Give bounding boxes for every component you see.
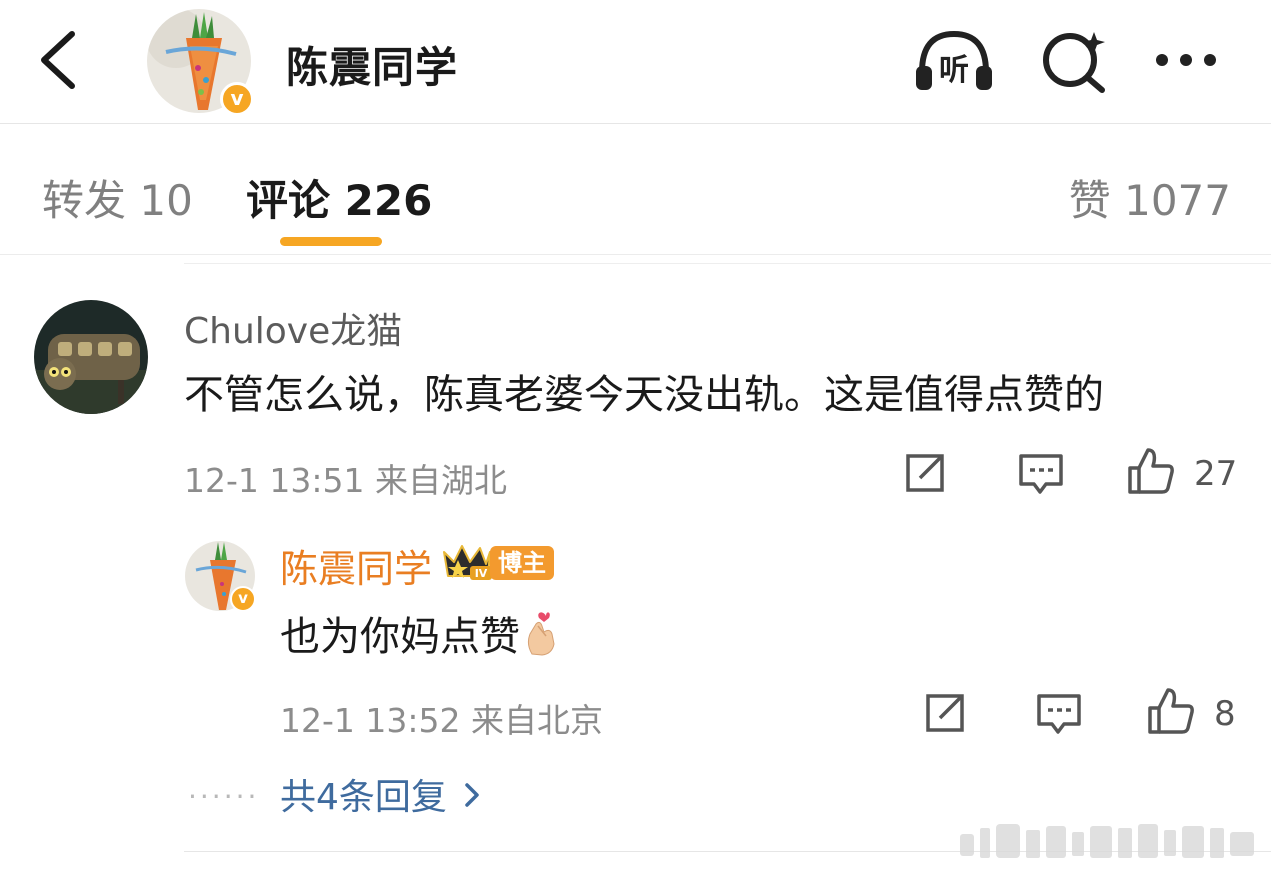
chevron-right-icon (463, 777, 481, 818)
reply-reply-button[interactable] (1034, 688, 1084, 738)
more-options-button[interactable] (1146, 28, 1226, 94)
comment-share-button[interactable] (900, 448, 950, 498)
verified-mark: v (238, 589, 248, 607)
catbus-avatar-image (34, 300, 148, 414)
more-dots-icon (1156, 54, 1216, 66)
tab-comment[interactable]: 评论 226 (246, 167, 432, 228)
share-icon (926, 694, 964, 732)
account-avatar[interactable]: v (146, 8, 254, 116)
svg-text:听: 听 (939, 53, 969, 88)
reply-author[interactable]: 陈震同学 (280, 538, 432, 593)
commenter-avatar[interactable] (34, 300, 148, 414)
divider (184, 263, 1271, 264)
comment-bubble-icon (1019, 454, 1063, 494)
chevron-left-icon (41, 31, 75, 89)
search-button[interactable] (1036, 28, 1116, 94)
comment-bubble-icon (1037, 694, 1081, 734)
thumbs-up-icon (1148, 688, 1194, 734)
comment-like-button[interactable] (1126, 446, 1176, 496)
reply-like-count: 8 (1214, 694, 1236, 734)
reply-avatar[interactable]: v (184, 540, 256, 612)
active-tab-indicator (280, 237, 382, 246)
share-icon (906, 454, 944, 492)
thread-connector-dots: ······ (188, 780, 260, 813)
svg-text:IV: IV (475, 567, 488, 580)
thumbs-up-icon (1128, 448, 1174, 494)
back-button[interactable] (30, 28, 90, 92)
tab-like[interactable]: 赞 1077 (1069, 167, 1231, 228)
comment-meta: 12-1 13:51 来自湖北 (184, 461, 507, 500)
more-replies-label: 共4条回复 (280, 777, 447, 818)
reply-meta: 12-1 13:52 来自北京 (280, 701, 603, 740)
comment-author[interactable]: Chulove龙猫 (184, 302, 402, 354)
reply-like-button[interactable] (1146, 686, 1196, 736)
comment-text: 不管怎么说，陈真老婆今天没出轨。这是值得点赞的 (184, 372, 1104, 418)
listen-button[interactable]: 听 (914, 28, 994, 94)
reply-share-button[interactable] (920, 688, 970, 738)
crown-level-icon: IV (440, 540, 496, 584)
comment-reply-button[interactable] (1016, 448, 1066, 498)
reply-text: 也为你妈点赞 (280, 604, 560, 662)
comment-like-count: 27 (1194, 454, 1238, 494)
verified-badge: v (220, 82, 254, 116)
search-icon (1043, 32, 1105, 93)
tab-repost[interactable]: 转发 10 (42, 167, 193, 228)
blogger-badge: 博主 (490, 546, 554, 580)
view-more-replies-link[interactable]: 共4条回复 (280, 768, 481, 820)
watermark-image (960, 820, 1260, 866)
headphones-icon: 听 (916, 30, 992, 90)
top-navigation-bar: v 陈震同学 听 (0, 0, 1271, 124)
verified-mark: v (230, 86, 244, 110)
reply-text-content: 也为你妈点赞 (280, 614, 520, 660)
account-name[interactable]: 陈震同学 (286, 34, 458, 95)
detail-tabs: 转发 10 评论 226 赞 1077 (0, 125, 1271, 255)
finger-heart-emoji-icon (522, 610, 560, 656)
verified-badge: v (230, 586, 256, 612)
